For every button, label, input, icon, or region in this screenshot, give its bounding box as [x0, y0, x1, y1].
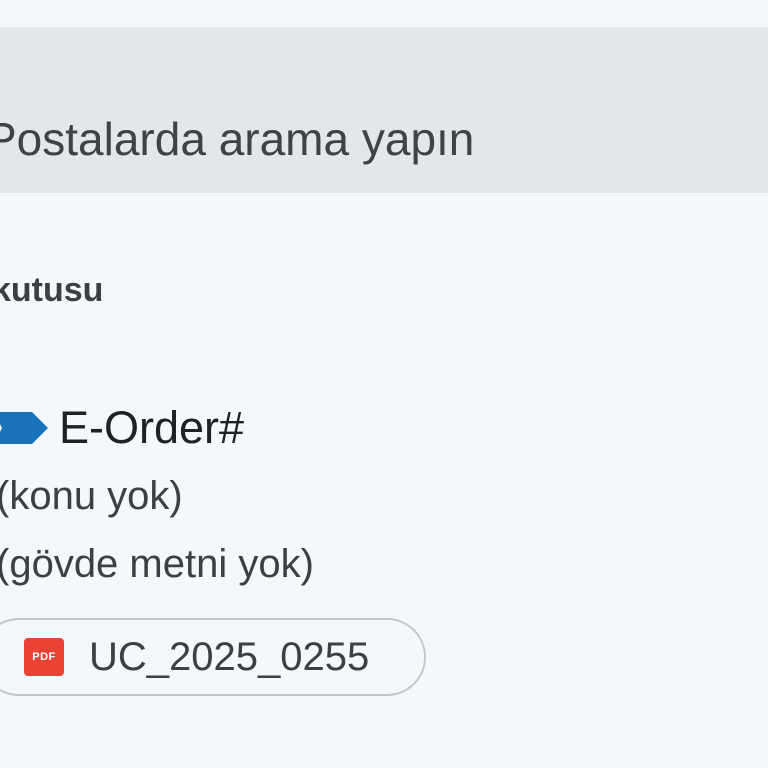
email-sender: E-Order#: [59, 402, 245, 453]
search-placeholder: Postalarda arama yapın: [0, 113, 475, 165]
folder-label: kutusu: [0, 271, 104, 309]
email-snippet: (gövde metni yok): [0, 542, 314, 586]
attachment-name: UC_2025_0255: [89, 635, 370, 679]
gmail-inbox-screen: Postalarda arama yapın kutusu E-Order# (…: [0, 0, 768, 768]
attachment-chip[interactable]: PDF UC_2025_0255: [0, 618, 426, 696]
email-list-item[interactable]: E-Order# (konu yok) (gövde metni yok) PD…: [0, 395, 768, 715]
pdf-icon: PDF: [24, 638, 64, 676]
email-subject: (konu yok): [0, 474, 183, 518]
search-bar[interactable]: Postalarda arama yapın: [0, 27, 768, 193]
label-chevron-icon: [0, 412, 48, 444]
